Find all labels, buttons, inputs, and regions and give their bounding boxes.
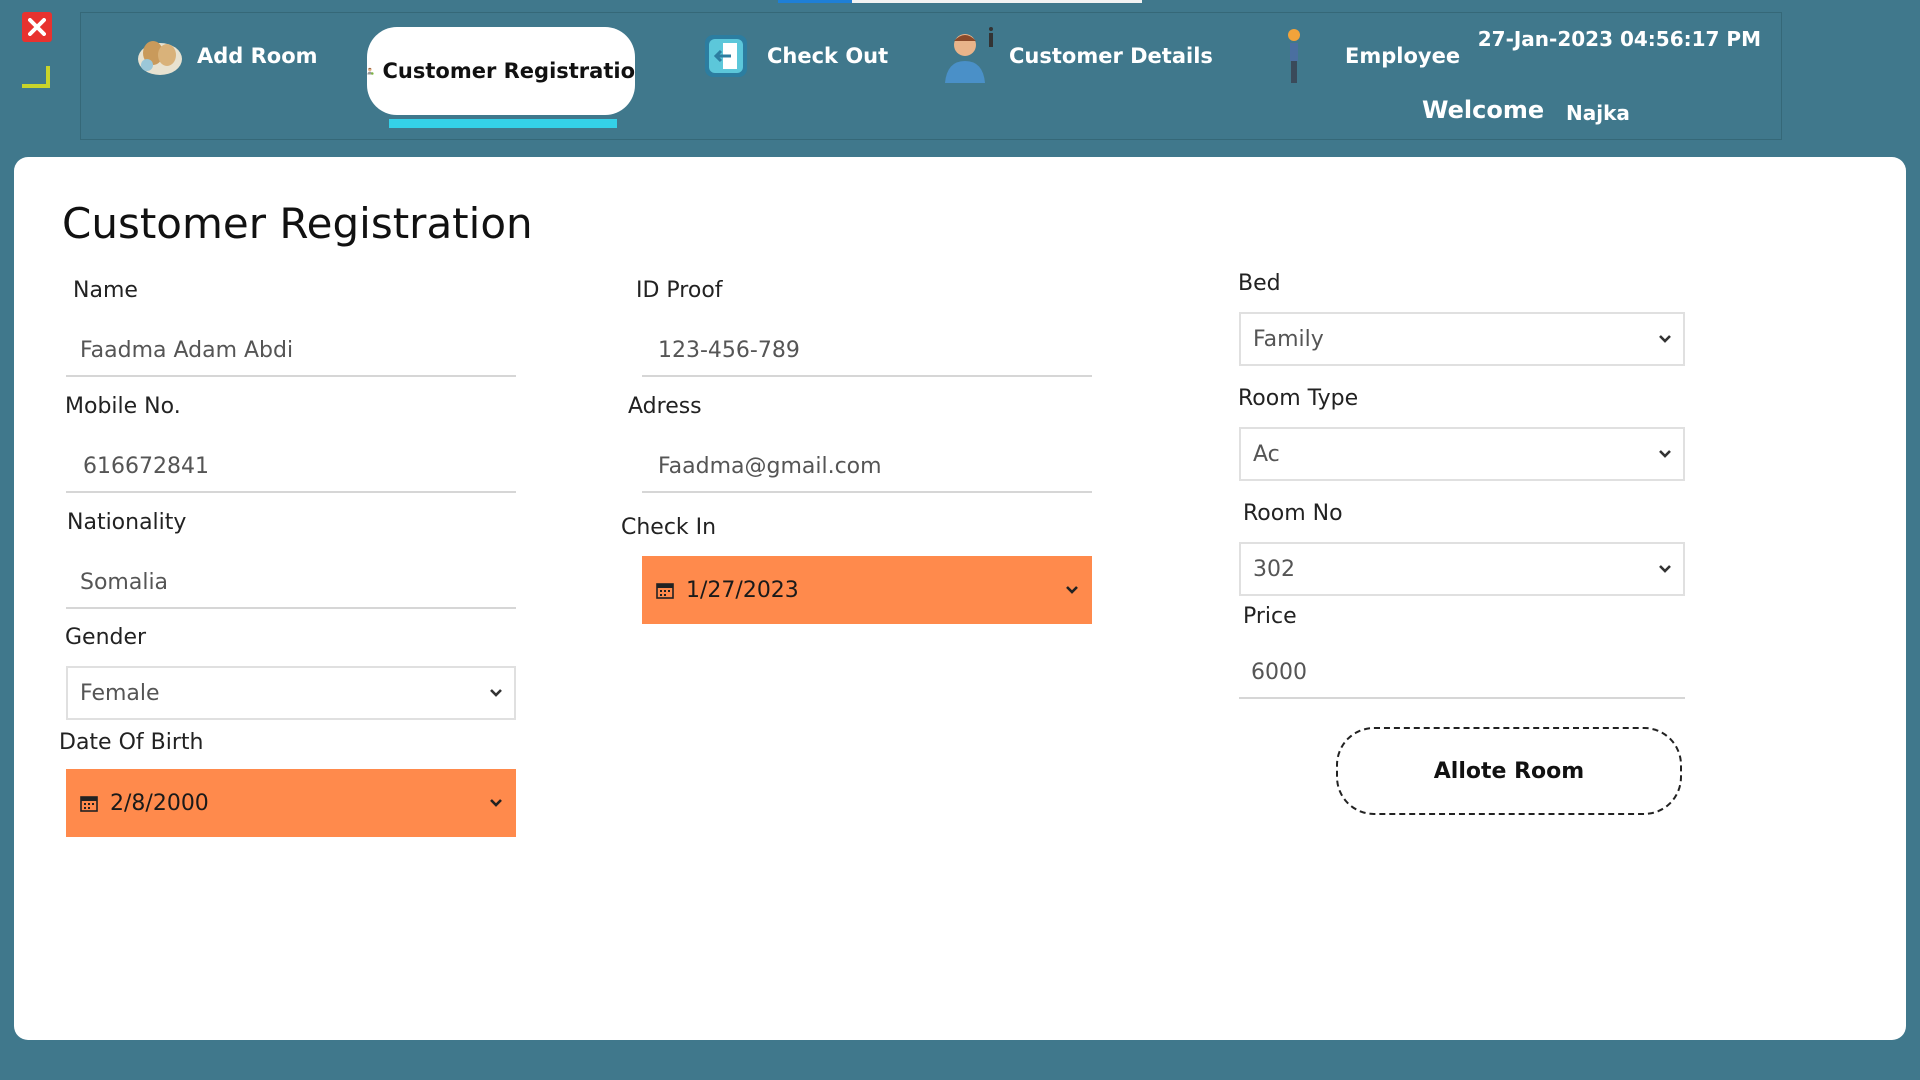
gender-select[interactable]: Female: [66, 666, 516, 720]
address-input[interactable]: [642, 441, 1092, 493]
chevron-down-icon: [1066, 586, 1078, 594]
roomtype-value: Ac: [1253, 441, 1280, 467]
username-label: Najka: [1566, 101, 1630, 125]
mobile-label: Mobile No.: [65, 394, 181, 419]
chevron-down-icon: [1659, 335, 1671, 343]
customer-registration-icon: [367, 67, 374, 75]
dob-picker[interactable]: 2/8/2000: [66, 769, 516, 837]
close-icon: [28, 18, 46, 36]
top-strip-light: [852, 0, 1142, 3]
nav-item-check-out[interactable]: Check Out: [703, 27, 888, 85]
roomtype-select[interactable]: Ac: [1239, 427, 1685, 481]
checkin-picker[interactable]: 1/27/2023: [642, 556, 1092, 624]
minimize-icon: [22, 66, 50, 88]
chevron-down-icon: [490, 689, 502, 697]
mobile-input[interactable]: [66, 441, 516, 493]
top-strip-blue: [778, 0, 852, 3]
roomno-label: Room No: [1243, 501, 1343, 526]
close-button[interactable]: [22, 12, 52, 42]
idproof-label: ID Proof: [636, 278, 723, 303]
employee-icon: [1288, 29, 1300, 83]
allote-room-button[interactable]: Allote Room: [1336, 727, 1682, 815]
name-label: Name: [73, 278, 138, 303]
gender-label: Gender: [65, 625, 147, 650]
page-title: Customer Registration: [62, 199, 533, 248]
customer-details-icon: [945, 27, 993, 83]
nav-label-customer-details: Customer Details: [1009, 44, 1213, 68]
minimize-button[interactable]: [20, 62, 52, 92]
gender-value: Female: [80, 680, 160, 706]
checkin-label: Check In: [621, 515, 717, 540]
chevron-down-icon: [490, 799, 502, 807]
idproof-input[interactable]: [642, 325, 1092, 377]
check-out-icon: [705, 35, 747, 77]
allote-room-label: Allote Room: [1433, 758, 1585, 784]
nav-item-employee[interactable]: Employee: [1277, 27, 1460, 85]
nav-label-add-room: Add Room: [197, 44, 318, 68]
price-input[interactable]: [1239, 647, 1685, 699]
main-panel: Customer Registration Name Mobile No. Na…: [14, 157, 1906, 1040]
welcome-label: Welcome: [1422, 96, 1545, 124]
name-input[interactable]: [66, 325, 516, 377]
datetime-display: 27-Jan-2023 04:56:17 PM: [1477, 27, 1761, 51]
nav-item-customer-registration[interactable]: Customer Registratio: [367, 27, 635, 115]
dob-value: 2/8/2000: [110, 790, 209, 816]
active-tab-underline: [389, 119, 617, 128]
bed-select[interactable]: Family: [1239, 312, 1685, 366]
nationality-label: Nationality: [67, 510, 187, 535]
calendar-icon: [80, 796, 98, 812]
add-room-icon: [138, 41, 182, 75]
bed-value: Family: [1253, 326, 1324, 352]
calendar-icon: [656, 583, 674, 599]
address-label: Adress: [628, 394, 702, 419]
nav-label-check-out: Check Out: [767, 44, 889, 68]
nav-label-employee: Employee: [1345, 44, 1461, 68]
nav-label-customer-registration: Customer Registratio: [382, 59, 636, 83]
price-label: Price: [1243, 604, 1297, 629]
nav-item-customer-details[interactable]: Customer Details: [941, 27, 1213, 85]
nav-item-add-room[interactable]: Add Room: [133, 27, 318, 85]
dob-label: Date Of Birth: [59, 730, 204, 755]
roomno-value: 302: [1253, 556, 1295, 582]
nationality-input[interactable]: [66, 557, 516, 609]
chevron-down-icon: [1659, 450, 1671, 458]
roomno-select[interactable]: 302: [1239, 542, 1685, 596]
bed-label: Bed: [1238, 271, 1281, 296]
chevron-down-icon: [1659, 565, 1671, 573]
checkin-value: 1/27/2023: [686, 577, 799, 603]
roomtype-label: Room Type: [1238, 386, 1359, 411]
